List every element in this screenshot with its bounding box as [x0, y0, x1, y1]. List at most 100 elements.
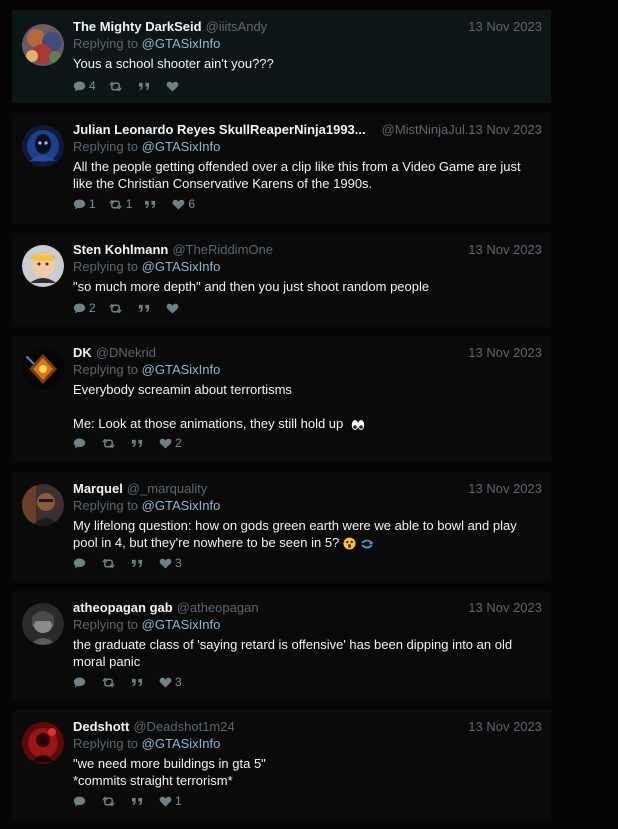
like-button[interactable]: [166, 81, 182, 92]
retweet-icon: [108, 199, 123, 210]
speech-bubble-icon: [73, 81, 86, 92]
avatar[interactable]: [22, 484, 64, 526]
avatar[interactable]: [22, 125, 64, 167]
retweet-button[interactable]: [108, 303, 126, 314]
author-name[interactable]: Sten Kohlmann: [73, 242, 168, 257]
tweet-date[interactable]: 13 Nov 2023: [468, 19, 542, 34]
reply-button[interactable]: 2: [73, 301, 96, 315]
tweet-actions: 1: [73, 794, 194, 808]
avatar[interactable]: [22, 348, 64, 390]
tweet-text: All the people getting offended over a c…: [73, 159, 525, 191]
quote-icon: [138, 303, 151, 314]
reply-button[interactable]: [73, 796, 89, 807]
retweet-button[interactable]: [101, 558, 119, 569]
retweet-button[interactable]: [101, 438, 119, 449]
retweet-button[interactable]: 1: [108, 197, 133, 211]
author-name[interactable]: Marquel: [73, 481, 123, 496]
tweet-date[interactable]: 13 Nov 2023: [468, 345, 542, 360]
reply-button[interactable]: [73, 677, 89, 688]
tweet-text: the graduate class of 'saying retard is …: [73, 637, 516, 669]
tweet-card[interactable]: Julian Leonardo Reyes SkullReaperNinja19…: [12, 113, 551, 224]
mention-link[interactable]: @GTASixInfo: [142, 36, 221, 51]
retweet-icon: [101, 677, 116, 688]
retweet-icon: [108, 303, 123, 314]
author-handle[interactable]: @MistNinjaJul...: [382, 122, 476, 137]
like-button[interactable]: 1: [159, 794, 182, 808]
author-handle[interactable]: @TheRiddimOne: [172, 242, 273, 257]
replying-to: Replying to @GTASixInfo: [73, 36, 221, 51]
reply-button[interactable]: 4: [73, 79, 96, 93]
author-name[interactable]: The Mighty DarkSeid: [73, 19, 202, 34]
tweet-card[interactable]: DK @DNekrid 13 Nov 2023 Replying to @GTAS…: [12, 336, 551, 462]
author-handle[interactable]: @Deadshot1m24: [133, 719, 234, 734]
author-name[interactable]: Julian Leonardo Reyes SkullReaperNinja19…: [73, 122, 366, 137]
tweet-text: My lifelong question: how on gods green …: [73, 518, 521, 550]
reply-button[interactable]: [73, 558, 89, 569]
tweet-header: Marquel @_marquality 13 Nov 2023: [73, 481, 542, 498]
retweet-button[interactable]: [101, 796, 119, 807]
quote-button[interactable]: [138, 303, 154, 314]
retweet-button[interactable]: [101, 677, 119, 688]
tweet-card[interactable]: The Mighty DarkSeid @iiitsAndy 13 Nov 202…: [12, 10, 551, 103]
mention-link[interactable]: @GTASixInfo: [142, 139, 221, 154]
mention-link[interactable]: @GTASixInfo: [142, 617, 221, 632]
tweet-date[interactable]: 13 Nov 2023: [468, 719, 542, 734]
tweet-card[interactable]: Dedshott @Deadshot1m24 13 Nov 2023 Replyi…: [12, 710, 551, 819]
mention-link[interactable]: @GTASixInfo: [142, 259, 221, 274]
author-name[interactable]: Dedshott: [73, 719, 129, 734]
retweet-count: 1: [125, 197, 133, 211]
quote-icon: [131, 796, 144, 807]
speech-bubble-icon: [73, 796, 86, 807]
tweet-card[interactable]: Sten Kohlmann @TheRiddimOne 13 Nov 2023 R…: [12, 233, 551, 327]
quote-button[interactable]: [131, 558, 147, 569]
reply-button[interactable]: 1: [73, 197, 96, 211]
tweet-date[interactable]: 13 Nov 2023: [468, 242, 542, 257]
retweet-icon: [108, 81, 123, 92]
mention-link[interactable]: @GTASixInfo: [142, 362, 221, 377]
like-count: 3: [175, 675, 182, 689]
speech-bubble-icon: [73, 558, 86, 569]
retweet-icon: [101, 558, 116, 569]
eyes-emoji-icon: [352, 419, 365, 430]
quote-button[interactable]: [144, 199, 160, 210]
quote-button[interactable]: [131, 796, 147, 807]
like-button[interactable]: 6: [172, 197, 195, 211]
like-button[interactable]: [166, 303, 182, 314]
heart-icon: [166, 81, 179, 92]
speech-bubble-icon: [73, 199, 86, 210]
mention-link[interactable]: @GTASixInfo: [142, 498, 221, 513]
author-handle[interactable]: @_marquality: [127, 481, 207, 496]
author-handle[interactable]: @atheopagan: [177, 600, 259, 615]
heart-icon: [159, 796, 172, 807]
tweet-actions: 1 1 6: [73, 197, 207, 211]
author-name[interactable]: DK: [73, 345, 92, 360]
quote-icon: [131, 677, 144, 688]
tweet-date[interactable]: 13 Nov 2023: [468, 600, 542, 615]
reply-count: 4: [89, 79, 96, 93]
like-button[interactable]: 3: [159, 675, 182, 689]
avatar[interactable]: [22, 603, 64, 645]
reply-button[interactable]: [73, 438, 89, 449]
quote-button[interactable]: [131, 438, 147, 449]
retweet-button[interactable]: [108, 81, 126, 92]
heart-icon: [172, 199, 185, 210]
tweet-card[interactable]: atheopagan gab @atheopagan 13 Nov 2023 Re…: [12, 591, 551, 700]
tweet-card[interactable]: Marquel @_marquality 13 Nov 2023 Replying…: [12, 472, 551, 581]
mention-link[interactable]: @GTASixInfo: [142, 736, 221, 751]
quote-button[interactable]: [138, 81, 154, 92]
like-count: 1: [175, 794, 182, 808]
author-name[interactable]: atheopagan gab: [73, 600, 173, 615]
like-button[interactable]: 3: [159, 556, 182, 570]
avatar[interactable]: [22, 722, 64, 764]
avatar[interactable]: [22, 245, 64, 287]
quote-button[interactable]: [131, 677, 147, 688]
quote-icon: [138, 81, 151, 92]
author-handle[interactable]: @DNekrid: [96, 345, 156, 360]
tweet-actions: 2: [73, 436, 194, 450]
tweet-date[interactable]: 13 Nov 2023: [468, 122, 542, 137]
retweet-icon: [101, 796, 116, 807]
like-button[interactable]: 2: [159, 436, 182, 450]
author-handle[interactable]: @iiitsAndy: [206, 19, 268, 34]
tweet-date[interactable]: 13 Nov 2023: [468, 481, 542, 496]
avatar[interactable]: [22, 24, 64, 66]
